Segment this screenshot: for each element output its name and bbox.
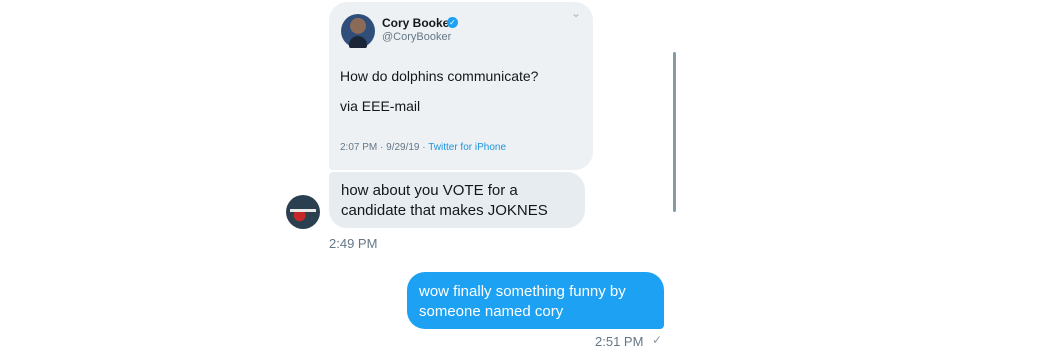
received-message-bubble[interactable]: how about you VOTE for a candidate that … xyxy=(329,172,585,228)
tweet-text-line: How do dolphins communicate? xyxy=(340,68,539,84)
tweet-author-name[interactable]: Cory Booker xyxy=(382,16,454,30)
sent-message-bubble[interactable]: wow finally something funny by someone n… xyxy=(407,272,664,329)
shared-tweet-card[interactable]: ⌄ Cory Booker ✓ @CoryBooker How do dolph… xyxy=(329,2,593,170)
tweet-author-handle[interactable]: @CoryBooker xyxy=(382,31,451,43)
received-message-timestamp: 2:49 PM xyxy=(329,236,378,251)
received-message-text: how about you VOTE for a candidate that … xyxy=(341,181,548,221)
chevron-down-icon[interactable]: ⌄ xyxy=(571,6,581,20)
sent-message-text: wow finally something funny by someone n… xyxy=(419,282,626,322)
tweet-metadata: 2:07 PM · 9/29/19 · Twitter for iPhone xyxy=(340,142,506,153)
checkmark-icon: ✓ xyxy=(652,333,663,347)
message-line: candidate that makes JOKNES xyxy=(341,202,548,219)
scrollbar[interactable] xyxy=(673,52,676,212)
message-line: someone named cory xyxy=(419,303,564,320)
message-line: wow finally something funny by xyxy=(419,283,626,300)
verified-badge-icon: ✓ xyxy=(447,17,458,28)
tweet-text-line: via EEE-mail xyxy=(340,98,421,114)
tweet-author-avatar[interactable] xyxy=(341,14,375,48)
tweet-source-link[interactable]: Twitter for iPhone xyxy=(428,142,506,153)
tweet-time-date: 2:07 PM · 9/29/19 · xyxy=(340,142,429,153)
message-line: how about you VOTE for a xyxy=(341,182,518,199)
sender-avatar[interactable] xyxy=(286,195,320,229)
